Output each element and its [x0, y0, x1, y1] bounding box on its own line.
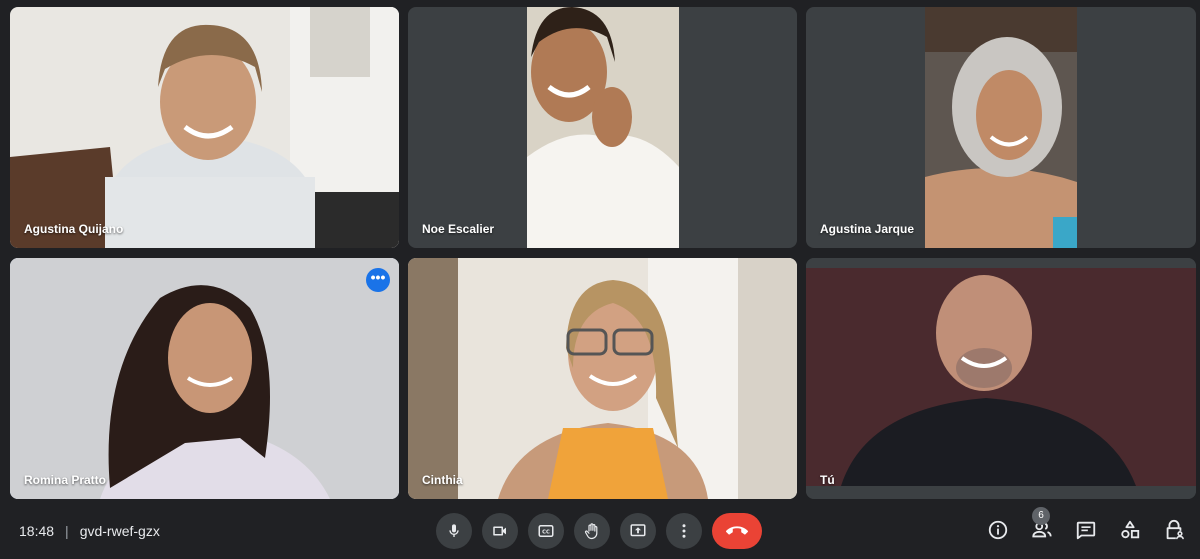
video-feed	[10, 258, 399, 499]
mic-icon	[446, 523, 462, 539]
call-controls: CC	[436, 513, 762, 549]
microphone-button[interactable]	[436, 513, 472, 549]
participant-tile-you[interactable]: Tú	[806, 258, 1196, 499]
clock-time: 18:48	[19, 523, 55, 539]
video-feed	[925, 7, 1077, 248]
participant-count-badge: 6	[1032, 507, 1050, 525]
video-feed	[408, 258, 797, 499]
participant-name: Tú	[820, 473, 835, 487]
host-controls-button[interactable]	[1162, 518, 1186, 542]
lock-person-icon	[1163, 519, 1185, 541]
participant-tile-cinthia[interactable]: Cinthia	[408, 258, 797, 499]
raise-hand-button[interactable]	[574, 513, 610, 549]
more-vert-icon	[675, 522, 693, 540]
separator: |	[65, 523, 69, 539]
svg-text:CC: CC	[542, 530, 550, 536]
people-button[interactable]: 6	[1030, 507, 1054, 542]
more-options-button[interactable]	[666, 513, 702, 549]
video-grid: Agustina Quijano Noe Escalier Agustina J…	[10, 7, 1196, 499]
present-screen-button[interactable]	[620, 513, 656, 549]
captions-icon: CC	[537, 522, 555, 540]
video-feed	[10, 7, 399, 248]
captions-button[interactable]: CC	[528, 513, 564, 549]
participant-name: Agustina Quijano	[24, 222, 124, 236]
meeting-code[interactable]: gvd-rwef-gzx	[80, 523, 160, 539]
side-panel-buttons: 6	[986, 507, 1186, 542]
tile-more-options-button[interactable]: •••	[366, 268, 390, 292]
participant-tile-agustina-jarque[interactable]: Agustina Jarque	[806, 7, 1196, 248]
activities-icon	[1119, 519, 1141, 541]
leave-call-button[interactable]	[712, 513, 762, 549]
participant-tile-noe-escalier[interactable]: Noe Escalier	[408, 7, 797, 248]
chat-button[interactable]	[1074, 518, 1098, 542]
participant-name: Cinthia	[422, 473, 463, 487]
participant-name: Noe Escalier	[422, 222, 495, 236]
present-screen-icon	[629, 522, 647, 540]
participant-tile-romina-pratto[interactable]: ••• Romina Pratto	[10, 258, 399, 499]
camera-button[interactable]	[482, 513, 518, 549]
meeting-info: 18:48 | gvd-rwef-gzx	[19, 523, 160, 539]
meeting-details-button[interactable]	[986, 518, 1010, 542]
hand-icon	[583, 522, 601, 540]
phone-hangup-icon	[726, 520, 748, 542]
info-icon	[987, 519, 1009, 541]
participant-tile-agustina-quijano[interactable]: Agustina Quijano	[10, 7, 399, 248]
video-feed	[526, 7, 679, 248]
control-bar: 18:48 | gvd-rwef-gzx CC 6	[0, 506, 1200, 559]
camera-icon	[491, 522, 509, 540]
video-feed	[806, 258, 1196, 499]
participant-name: Agustina Jarque	[820, 222, 915, 236]
activities-button[interactable]	[1118, 518, 1142, 542]
participant-name: Romina Pratto	[24, 473, 107, 487]
chat-icon	[1075, 519, 1097, 541]
